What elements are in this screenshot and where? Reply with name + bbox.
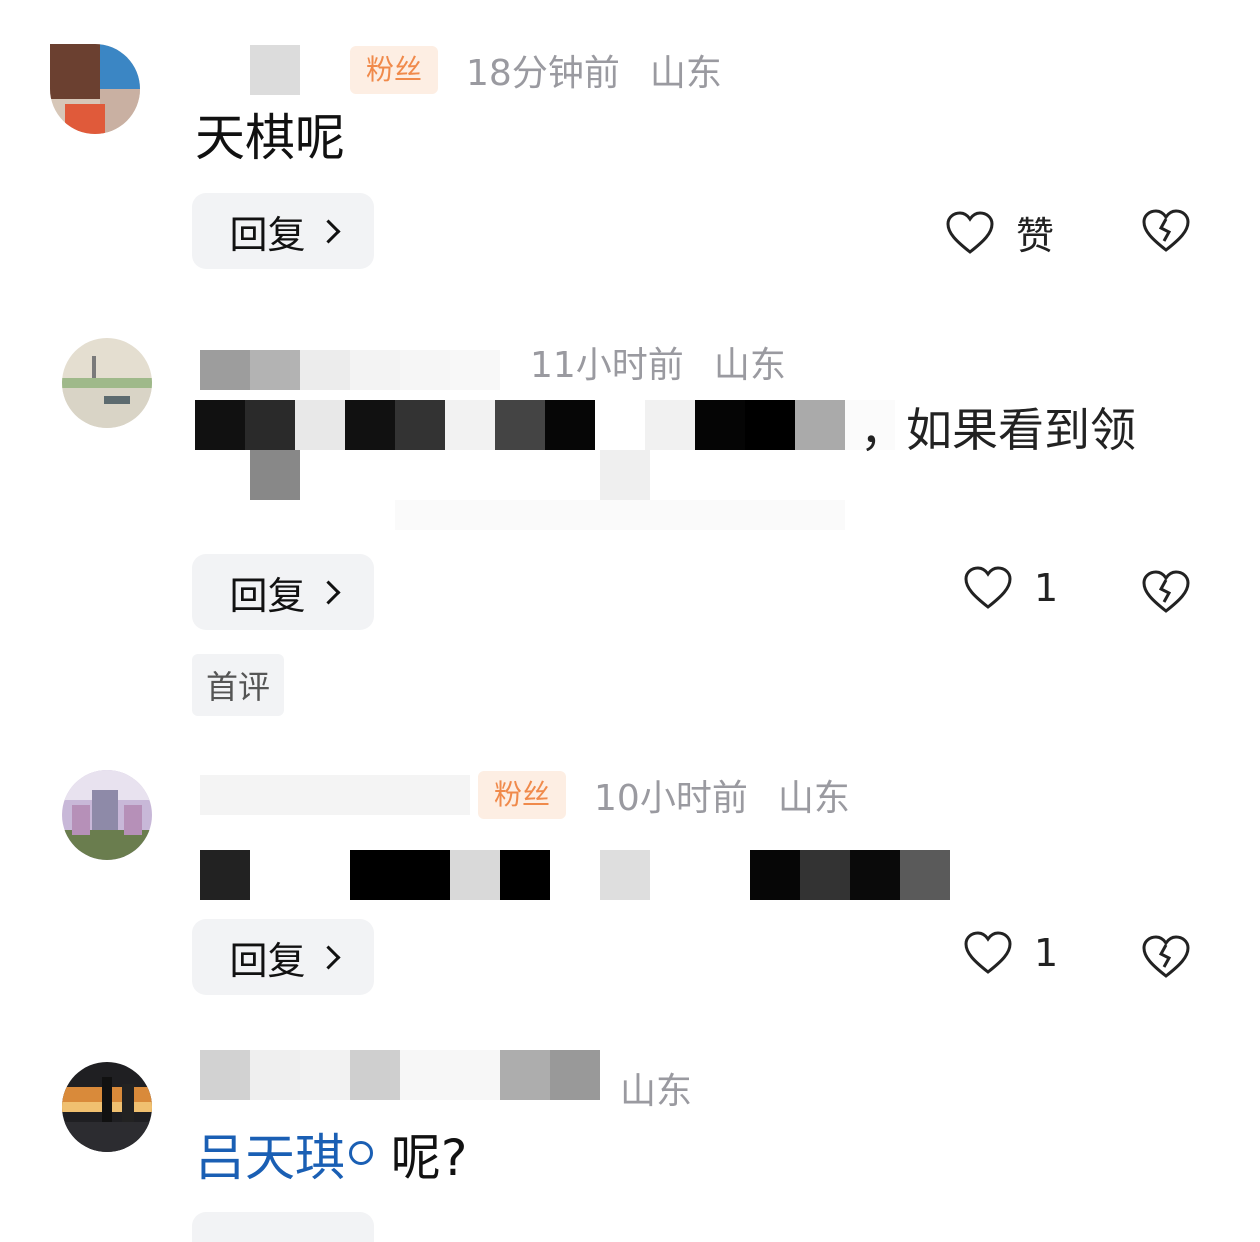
reply-label: 回复: [229, 212, 306, 257]
heart-icon: [946, 210, 994, 254]
like-count: 1: [1034, 931, 1059, 975]
avatar[interactable]: [62, 770, 152, 860]
avatar[interactable]: [62, 1062, 152, 1152]
username-redacted[interactable]: [250, 45, 300, 95]
like-count: 1: [1034, 566, 1059, 610]
location: 山东: [713, 345, 786, 386]
avatar-image: [50, 44, 140, 134]
reply-button[interactable]: 回复: [192, 554, 374, 630]
username-redacted[interactable]: [200, 350, 500, 390]
comment-meta: 山东: [620, 1060, 692, 1116]
first-comment-tag: 首评: [192, 654, 285, 716]
comment-meta: 粉丝 10小时前 山东: [478, 767, 850, 823]
reply-button[interactable]: 回复: [192, 193, 374, 269]
mention-link[interactable]: 吕天琪: [195, 1129, 345, 1187]
reply-button[interactable]: [192, 1212, 374, 1242]
timestamp: 10小时前: [594, 778, 748, 819]
comment-text: 吕天琪 呢?: [195, 1128, 467, 1188]
reply-button[interactable]: 回复: [192, 919, 374, 995]
like-button[interactable]: 赞: [946, 205, 1054, 260]
chevron-right-icon: [315, 579, 341, 605]
comment-text-visible: ，如果看到领: [860, 403, 1136, 457]
broken-heart-icon[interactable]: [1142, 935, 1190, 979]
comment-text-redacted: [200, 850, 1180, 900]
avatar-image: [62, 770, 152, 860]
fan-badge: 粉丝: [350, 46, 439, 94]
avatar[interactable]: [50, 44, 140, 134]
chevron-right-icon: [315, 944, 341, 970]
avatar-image: [62, 338, 152, 428]
like-button[interactable]: 1: [964, 566, 1058, 610]
fan-badge: 粉丝: [478, 771, 567, 819]
location: 山东: [777, 778, 850, 819]
avatar-image: [62, 1062, 152, 1152]
avatar[interactable]: [62, 338, 152, 428]
search-icon: [349, 1141, 373, 1165]
timestamp: 18分钟前: [466, 53, 620, 94]
username-redacted[interactable]: [200, 775, 470, 815]
timestamp: 11小时前: [530, 345, 684, 386]
location: 山东: [620, 1071, 693, 1112]
reply-label: 回复: [229, 938, 306, 983]
heart-icon: [964, 931, 1012, 974]
chevron-right-icon: [315, 218, 341, 244]
reply-label: 回复: [229, 573, 306, 618]
heart-icon: [964, 566, 1012, 609]
location: 山东: [649, 53, 722, 94]
broken-heart-icon[interactable]: [1142, 209, 1190, 253]
comment-meta: 粉丝 18分钟前 山东: [250, 42, 722, 98]
comment-meta: 11小时前 山东: [530, 334, 786, 390]
like-button[interactable]: 1: [964, 931, 1058, 975]
comment-text: 天棋呢: [195, 109, 345, 167]
like-label: 赞: [1016, 214, 1055, 258]
broken-heart-icon[interactable]: [1142, 570, 1190, 614]
username-redacted[interactable]: [200, 1050, 600, 1100]
comment-text-after: 呢?: [375, 1129, 468, 1187]
